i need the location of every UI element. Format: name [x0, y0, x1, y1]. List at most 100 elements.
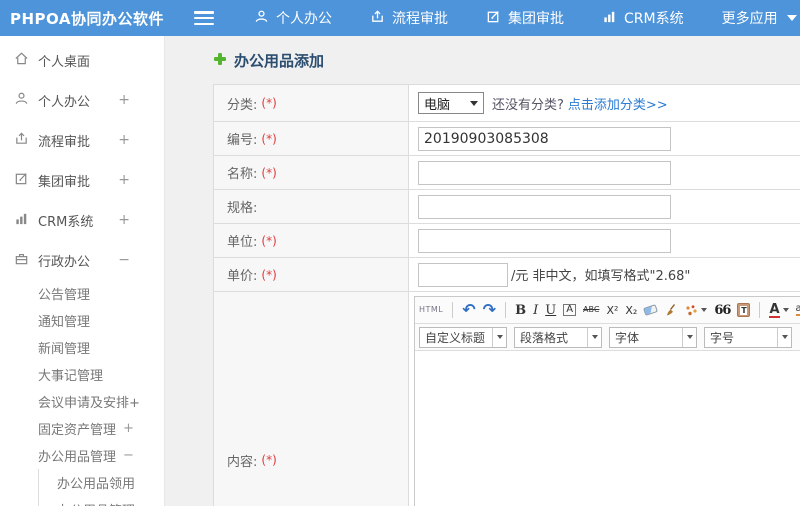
clean-format-broom-icon[interactable] — [664, 303, 678, 317]
nav-crm[interactable]: CRM系统 — [602, 8, 684, 28]
collapse-minus-icon[interactable]: − — [123, 448, 134, 463]
caret-down-icon — [782, 308, 789, 312]
sidebar-item-fixed-assets[interactable]: 固定资产管理 + — [0, 415, 164, 442]
sidebar-item-label: 大事记管理 — [38, 369, 104, 384]
spec-value-cell — [409, 190, 800, 223]
font-family-select[interactable]: 字体 — [609, 326, 697, 348]
paste-as-text-icon[interactable]: T — [737, 303, 751, 317]
superscript-button[interactable]: X² — [606, 305, 618, 316]
nav-label: 流程审批 — [392, 11, 448, 27]
form-row-price: 单价: (*) /元 非中文，如填写格式"2.68" — [214, 258, 800, 292]
category-label: 分类: (*) — [214, 85, 409, 121]
font-border-button[interactable]: A — [563, 304, 577, 316]
menu-toggle-icon[interactable] — [194, 11, 214, 25]
subscript-button[interactable]: X₂ — [625, 305, 637, 316]
add-category-link[interactable]: 点击添加分类>> — [568, 94, 668, 113]
toolbar-separator — [505, 302, 507, 318]
price-label: 单价: (*) — [214, 258, 409, 291]
font-color-button[interactable]: A — [769, 303, 789, 318]
format-painter-icon[interactable] — [685, 304, 708, 317]
collapse-minus-icon[interactable]: − — [118, 252, 130, 268]
underline-button[interactable]: U — [545, 304, 556, 317]
caret-down-icon — [786, 15, 797, 21]
nav-label: 个人办公 — [276, 11, 332, 27]
strikethrough-button[interactable]: ABC — [583, 306, 599, 314]
briefcase-icon — [14, 251, 29, 270]
selected-option: 电脑 — [424, 97, 451, 113]
sidebar-item-crm[interactable]: CRM系统 + — [0, 200, 164, 240]
sidebar-item-office-supplies[interactable]: 办公用品管理 − — [0, 442, 164, 469]
expand-plus-icon[interactable]: + — [118, 212, 130, 228]
required-marker: (*) — [261, 165, 277, 180]
editor-content-area[interactable] — [415, 351, 800, 506]
category-value-cell: 电脑 还没有分类? 点击添加分类>> — [409, 85, 800, 121]
sidebar-item-personal-office[interactable]: 个人办公 + — [0, 80, 164, 120]
sidebar-item-memorabilia[interactable]: 大事记管理 — [0, 361, 164, 388]
highlight-glyph: ab — [795, 304, 800, 316]
category-select[interactable]: 电脑 — [418, 92, 484, 114]
top-navigation: 个人办公 流程审批 集团审批 CRM系统 更多应用 — [254, 8, 797, 28]
expand-plus-icon[interactable]: + — [123, 421, 134, 436]
highlight-color-button[interactable]: ab — [795, 304, 800, 316]
add-plus-icon — [213, 51, 227, 70]
sidebar-item-personal-desktop[interactable]: 个人桌面 — [0, 40, 164, 80]
page-title: 办公用品添加 — [213, 50, 800, 71]
sidebar-item-label: 通知管理 — [38, 315, 91, 330]
undo-icon[interactable]: ↶ — [462, 302, 475, 318]
select-caret-icon — [682, 327, 696, 347]
paragraph-format-select[interactable]: 段落格式 — [514, 326, 602, 348]
price-format-hint: /元 非中文，如填写格式"2.68" — [511, 269, 691, 284]
nav-group-approval[interactable]: 集团审批 — [486, 8, 564, 28]
price-value-cell: /元 非中文，如填写格式"2.68" — [409, 258, 800, 291]
required-marker: (*) — [261, 267, 277, 282]
required-marker: (*) — [261, 96, 277, 110]
html-source-button[interactable]: HTML — [419, 306, 443, 314]
rich-text-editor: HTML ↶ ↷ B I U A ABC X² X₂ 66 T A a 自定义标… — [414, 296, 800, 506]
caret-down-icon — [701, 308, 708, 312]
name-input[interactable] — [418, 160, 671, 185]
bar-chart-icon — [602, 9, 617, 28]
sidebar-item-news[interactable]: 新闻管理 — [0, 334, 164, 361]
expand-plus-icon[interactable]: + — [118, 92, 130, 108]
editor-toolbar-row1: HTML ↶ ↷ B I U A ABC X² X₂ 66 T A a — [415, 297, 800, 324]
expand-plus-icon[interactable]: + — [118, 172, 130, 188]
sidebar-item-label: 公告管理 — [38, 288, 91, 303]
sidebar-item-label: 个人桌面 — [38, 54, 91, 70]
unit-input[interactable] — [418, 228, 671, 253]
code-input[interactable] — [418, 126, 671, 151]
font-size-select[interactable]: 字号 — [704, 326, 792, 348]
sidebar-item-group-approval[interactable]: 集团审批 + — [0, 160, 164, 200]
nav-more-apps[interactable]: 更多应用 — [722, 8, 797, 28]
sidebar-item-workflow-approval[interactable]: 流程审批 + — [0, 120, 164, 160]
label-text: 规格: — [227, 201, 258, 216]
expand-plus-icon[interactable]: + — [118, 132, 130, 148]
price-input[interactable] — [418, 262, 508, 287]
nav-workflow-approval[interactable]: 流程审批 — [370, 8, 448, 28]
person-icon — [14, 91, 29, 110]
eraser-icon[interactable] — [643, 304, 659, 316]
sidebar-item-announcements[interactable]: 公告管理 — [0, 280, 164, 307]
sidebar-item-label: 个人办公 — [38, 94, 91, 110]
sidebar-item-admin-office[interactable]: 行政办公 − — [0, 240, 164, 280]
unit-value-cell — [409, 224, 800, 257]
bold-button[interactable]: B — [515, 304, 526, 317]
nav-label: 更多应用 — [721, 11, 778, 27]
italic-button[interactable]: I — [533, 304, 538, 317]
sidebar-item-notices[interactable]: 通知管理 — [0, 307, 164, 334]
bar-chart-icon — [14, 211, 29, 230]
nav-personal-office[interactable]: 个人办公 — [254, 8, 332, 28]
redo-icon[interactable]: ↷ — [483, 302, 496, 318]
sidebar-item-supplies-claim[interactable]: 办公用品领用 — [39, 469, 164, 496]
custom-heading-select[interactable]: 自定义标题 — [419, 326, 507, 348]
blockquote-button[interactable]: 66 — [714, 304, 731, 317]
sidebar-item-label: 行政办公 — [38, 254, 91, 270]
sidebar-item-label: 会议申请及安排+ — [38, 396, 140, 411]
sidebar-item-label: 办公用品领用 — [57, 477, 136, 492]
select-label: 字体 — [615, 330, 640, 345]
sidebar-item-supplies-manage[interactable]: 办公用品管理 — [39, 496, 164, 506]
sidebar-item-meetings[interactable]: 会议申请及安排+ — [0, 388, 164, 415]
main-content: 办公用品添加 分类: (*) 电脑 还没有分类? 点击添加分类>> 编号: (*… — [166, 36, 800, 506]
home-icon — [14, 51, 29, 70]
sidebar-item-label: CRM系统 — [38, 214, 94, 230]
spec-input[interactable] — [418, 194, 671, 219]
